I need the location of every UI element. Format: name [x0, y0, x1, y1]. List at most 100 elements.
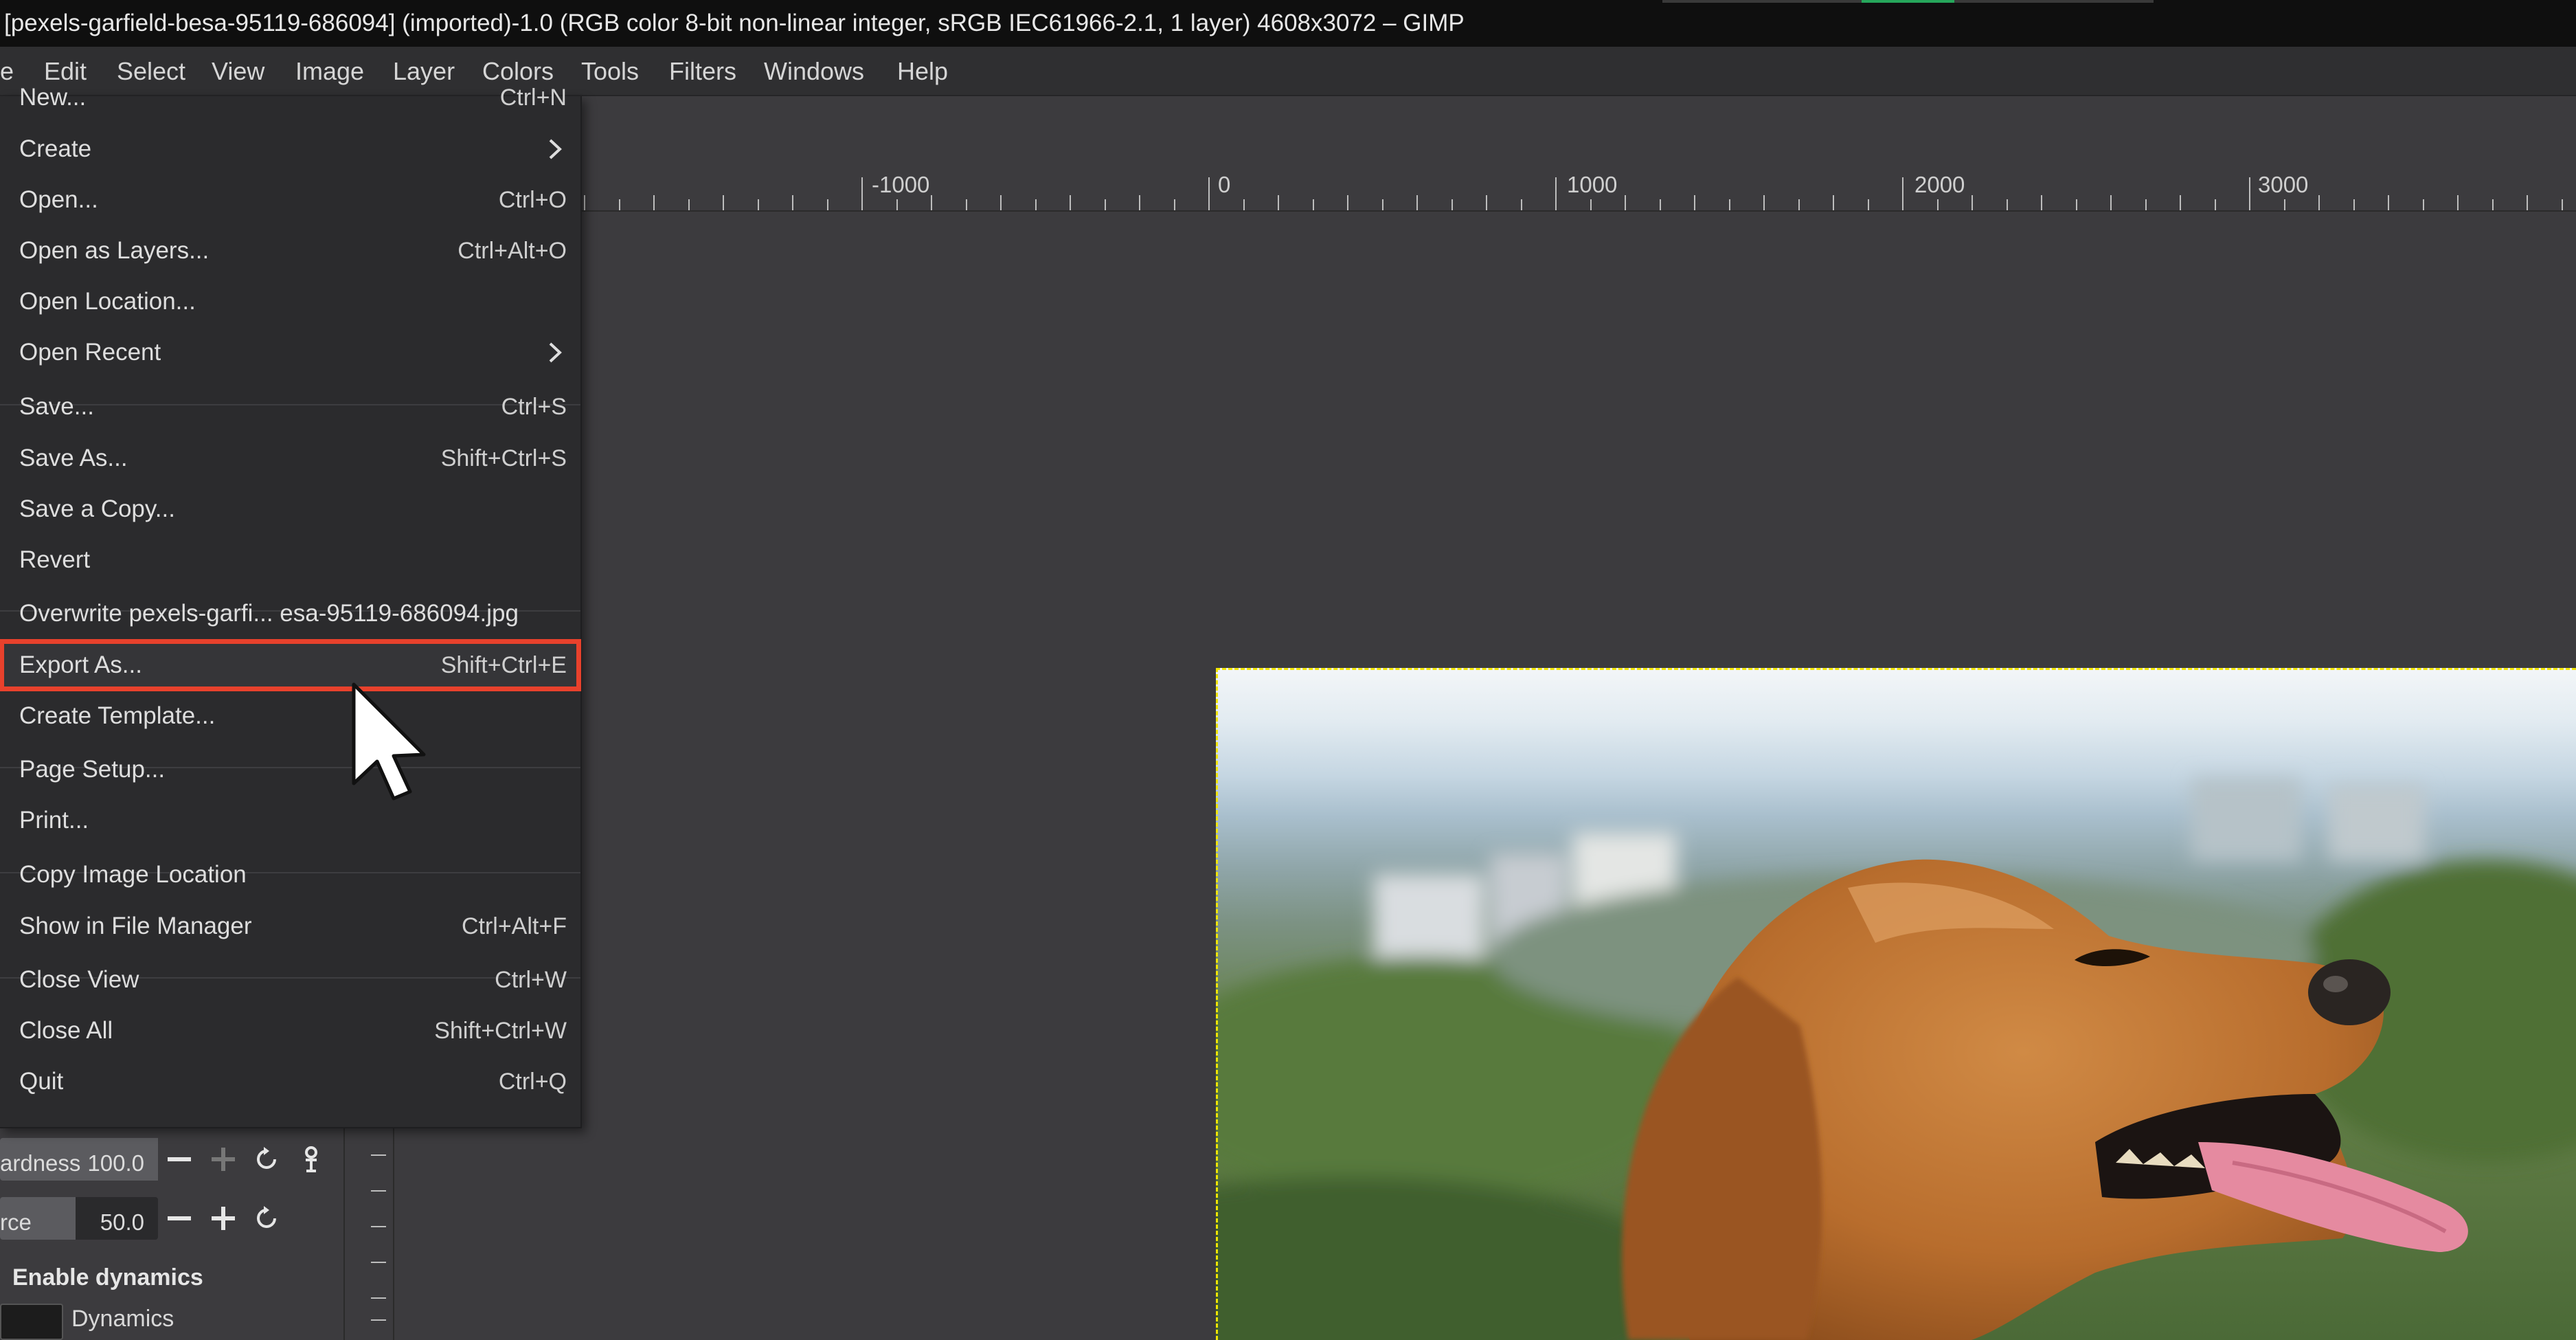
menu-item-open-as-layers[interactable]: Open as Layers... Ctrl+Alt+O — [0, 225, 580, 276]
dynamics-icon[interactable] — [0, 1304, 63, 1340]
ruler-tick — [1416, 195, 1418, 210]
menu-item-shortcut: Shift+Ctrl+S — [440, 445, 567, 471]
ruler-tick — [1070, 195, 1071, 210]
menu-item-overwrite[interactable]: Overwrite pexels-garfi... esa-95119-6860… — [0, 588, 580, 639]
menu-windows[interactable]: Windows — [764, 47, 864, 95]
menu-item-page-setup[interactable]: Page Setup... — [0, 744, 580, 795]
dynamics-label: Dynamics — [71, 1306, 174, 1332]
menu-item-shortcut: Ctrl+N — [499, 85, 567, 111]
image-canvas[interactable] — [1216, 668, 2576, 1340]
ruler-tick — [2283, 199, 2285, 210]
decrease-icon[interactable] — [163, 1143, 195, 1175]
menu-item-save[interactable]: Save... Ctrl+S — [0, 381, 580, 432]
decrease-icon[interactable] — [163, 1203, 195, 1234]
menu-item-create-template[interactable]: Create Template... — [0, 691, 580, 741]
ruler-tick — [826, 199, 828, 210]
force-slider[interactable]: rce 50.0 — [0, 1197, 158, 1240]
ruler-tick — [2249, 177, 2250, 210]
chevron-right-icon — [549, 139, 562, 159]
ruler-label: 1000 — [1567, 172, 1618, 197]
menu-item-label: Save a Copy... — [19, 495, 175, 522]
hardness-slider[interactable]: ardness 100.0 — [0, 1138, 158, 1181]
menu-filters[interactable]: Filters — [669, 47, 736, 95]
menu-item-close-all[interactable]: Close All Shift+Ctrl+W — [0, 1005, 580, 1056]
dog-photo — [1216, 778, 2576, 1340]
menu-item-new[interactable]: New... Ctrl+N — [0, 72, 580, 123]
ruler-tick — [2561, 199, 2563, 210]
force-label: rce — [0, 1209, 32, 1235]
horizontal-ruler[interactable]: -1000 0 1000 2000 3000 — [580, 168, 2576, 212]
menu-item-save-a-copy[interactable]: Save a Copy... — [0, 484, 580, 535]
force-row: rce 50.0 — [0, 1193, 343, 1244]
menu-item-open-location[interactable]: Open Location... — [0, 276, 580, 327]
ruler-tick — [757, 199, 759, 210]
chevron-right-icon — [549, 342, 562, 363]
ruler-tick — [1000, 195, 1002, 210]
menu-item-copy-image-location[interactable]: Copy Image Location — [0, 849, 580, 900]
ruler-tick — [896, 199, 898, 210]
menu-item-shortcut: Ctrl+W — [495, 967, 567, 993]
enable-dynamics-checkbox[interactable]: Enable dynamics — [12, 1264, 203, 1291]
ruler-tick — [2492, 199, 2494, 210]
ruler-tick — [1659, 199, 1661, 210]
menu-item-show-in-file-manager[interactable]: Show in File Manager Ctrl+Alt+F — [0, 901, 580, 952]
menu-item-label: Open as Layers... — [19, 237, 210, 264]
ruler-tick — [1971, 195, 1973, 210]
ruler-tick — [1104, 199, 1106, 210]
menu-item-label: Page Setup... — [19, 756, 166, 783]
ruler-tick — [2110, 195, 2112, 210]
ruler-tick — [723, 195, 724, 210]
menu-item-label: Quit — [19, 1068, 64, 1095]
menu-tools[interactable]: Tools — [581, 47, 639, 95]
hardness-label: ardness — [0, 1150, 81, 1176]
menu-item-label: Open Recent — [19, 339, 161, 366]
ruler-tick — [1590, 199, 1592, 210]
ruler-tick — [931, 195, 932, 210]
menu-item-create[interactable]: Create — [0, 124, 580, 175]
link-pressure-icon[interactable] — [295, 1143, 327, 1175]
ruler-tick — [2353, 199, 2355, 210]
menu-item-label: Revert — [19, 546, 91, 573]
menu-item-print[interactable]: Print... — [0, 795, 580, 846]
ruler-tick — [1555, 177, 1557, 210]
menu-item-label: Save As... — [19, 445, 128, 471]
menu-item-save-as[interactable]: Save As... Shift+Ctrl+S — [0, 433, 580, 484]
menu-item-close-view[interactable]: Close View Ctrl+W — [0, 954, 580, 1005]
menu-item-shortcut: Ctrl+Alt+O — [457, 238, 567, 264]
menu-item-label: Show in File Manager — [19, 913, 252, 939]
increase-icon[interactable] — [207, 1143, 239, 1175]
title-deco-accent — [1862, 0, 1954, 3]
menu-item-shortcut: Ctrl+Alt+F — [461, 913, 567, 939]
reset-icon[interactable] — [251, 1203, 283, 1234]
menu-item-label: Open... — [19, 186, 98, 213]
ruler-tick — [1381, 199, 1383, 210]
ruler-tick — [1694, 195, 1695, 210]
window-title-bar: [pexels-garfield-besa-95119-686094] (imp… — [0, 0, 2576, 47]
menu-item-shortcut: Shift+Ctrl+E — [440, 652, 567, 678]
reset-icon[interactable] — [251, 1143, 283, 1175]
force-value: 50.0 — [100, 1209, 144, 1235]
ruler-label: -1000 — [872, 172, 930, 197]
menu-item-label: Overwrite pexels-garfi... esa-95119-6860… — [19, 600, 519, 627]
ruler-tick — [1451, 199, 1453, 210]
vertical-ruler[interactable] — [357, 1127, 394, 1340]
menu-item-shortcut: Ctrl+Q — [498, 1069, 567, 1095]
menu-item-label: Close All — [19, 1017, 113, 1044]
menu-item-export-as[interactable]: Export As... Shift+Ctrl+E — [0, 639, 581, 691]
ruler-tick — [965, 199, 967, 210]
menu-item-open-recent[interactable]: Open Recent — [0, 327, 580, 378]
menu-item-open[interactable]: Open... Ctrl+O — [0, 175, 580, 225]
menu-item-label: Print... — [19, 807, 89, 834]
menu-item-label: Open Location... — [19, 288, 196, 315]
menu-item-revert[interactable]: Revert — [0, 535, 580, 585]
increase-icon[interactable] — [207, 1203, 239, 1234]
ruler-tick — [2006, 199, 2008, 210]
window-title: [pexels-garfield-besa-95119-686094] (imp… — [4, 10, 1465, 36]
ruler-label: 3000 — [2258, 172, 2309, 197]
menu-help[interactable]: Help — [897, 47, 948, 95]
menu-item-quit[interactable]: Quit Ctrl+Q — [0, 1056, 580, 1107]
ruler-tick — [2422, 199, 2424, 210]
title-deco — [1662, 0, 1862, 3]
ruler-tick — [1625, 195, 1626, 210]
menu-item-label: Close View — [19, 966, 139, 993]
